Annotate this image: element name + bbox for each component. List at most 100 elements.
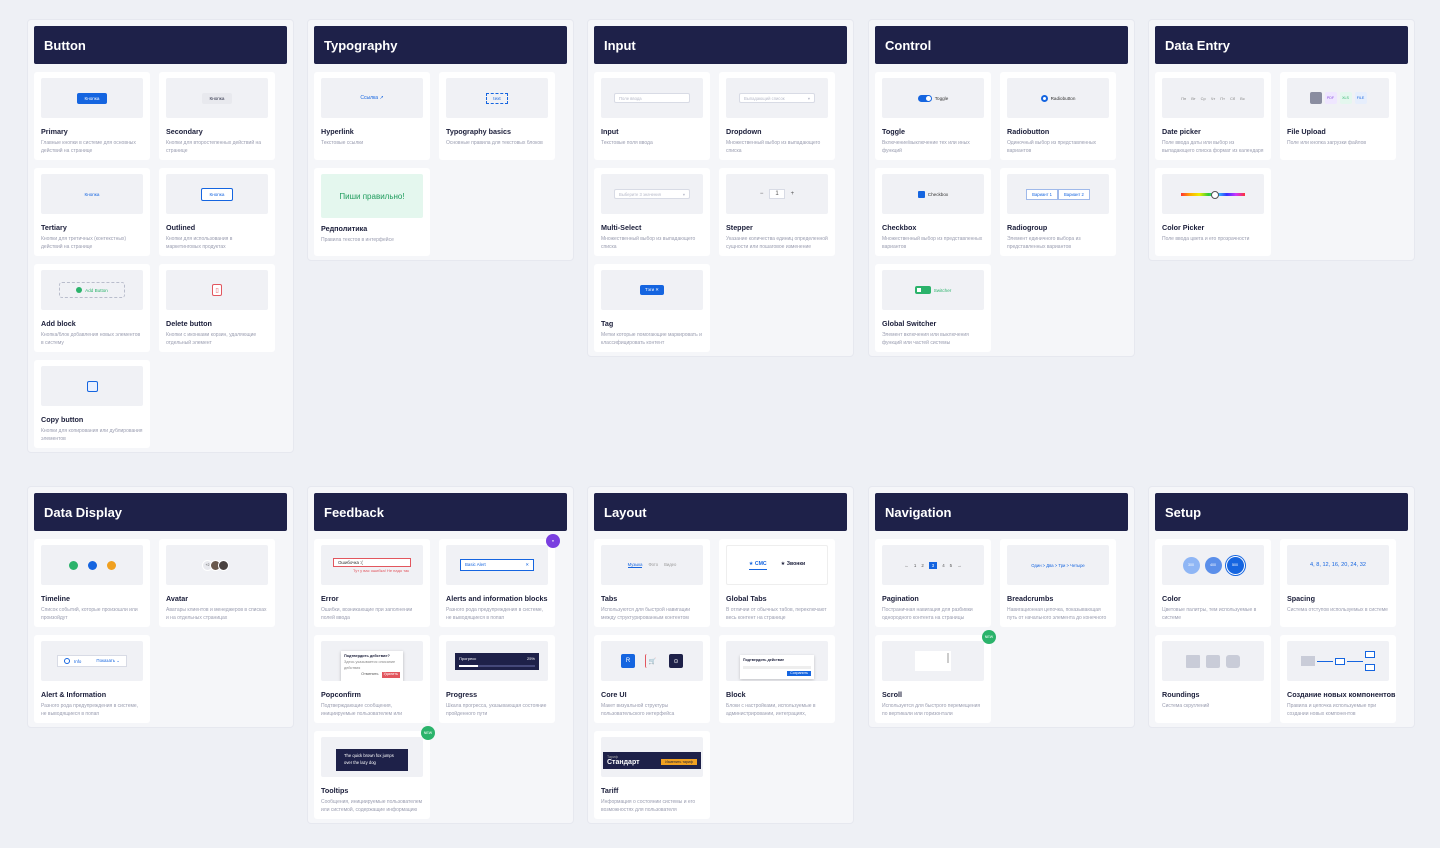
target-icon: ⊙ (669, 654, 683, 668)
save-button[interactable]: Сохранить (787, 670, 811, 676)
tab-sms[interactable]: ★ СМС (748, 561, 767, 570)
multi-select[interactable]: Выберите 3 значения ▾ (614, 189, 690, 199)
radiogroup-option[interactable]: Вариант 1 (1026, 188, 1058, 200)
card-delete-button[interactable]: ▯ Delete button Кнопки с иконками корзин… (159, 264, 275, 352)
tab-video[interactable]: Видео (664, 562, 676, 568)
card-input[interactable]: Поле ввода Input Текстовые поля ввода (594, 72, 710, 160)
card-title: Scroll (882, 690, 902, 699)
add-block-button[interactable]: Add Button (59, 282, 125, 298)
breadcrumb[interactable]: Один > Два > Три > Четыре (1031, 563, 1084, 568)
page-link[interactable]: 5 (950, 563, 952, 568)
card-radiobutton[interactable]: Radiobutton Radiobutton Одиночный выбор … (1000, 72, 1116, 160)
tag-chip[interactable]: Тэги ✕ (640, 285, 664, 295)
stepper-value[interactable]: 1 (769, 189, 785, 199)
card-editorial-policy[interactable]: Пиши правильно! Редполитика Правила текс… (314, 168, 430, 256)
checkbox-label: Checkbox (927, 191, 949, 197)
quantity-stepper[interactable]: −1 + (760, 189, 794, 199)
radio-group: Вариант 1 Вариант 2 (1026, 188, 1090, 200)
card-global-tabs[interactable]: ★ СМС ★ Звонки Global Tabs В отличии от … (719, 539, 835, 627)
card-core-ui[interactable]: R 🛒 ⊙ Core UI Макет визуальной структуры… (594, 635, 710, 723)
trash-icon[interactable]: ▯ (212, 284, 222, 296)
scrollbar[interactable] (915, 651, 951, 671)
card-error[interactable]: Ошибочка :( Тут у вас ошибка! Не надо та… (314, 539, 430, 627)
tooltip-text: The quick brown fox jumps over the lazy … (344, 753, 394, 765)
delete-button[interactable]: Удалить (381, 672, 400, 678)
robot-icon (87, 560, 97, 570)
card-radiogroup[interactable]: Вариант 1 Вариант 2 Radiogroup Элемент ед… (1000, 168, 1116, 256)
card-title: Tooltips (321, 786, 349, 795)
page-link-active[interactable]: 3 (928, 561, 938, 569)
hyperlink-sample[interactable]: Ссылка ↗ (360, 95, 383, 101)
card-global-switcher[interactable]: Switcher Global Switcher Элемент включен… (875, 264, 991, 352)
card-scroll[interactable]: NEW Scroll Используется для быстрого пер… (875, 630, 996, 723)
page-link[interactable]: 4 (942, 563, 944, 568)
card-tertiary[interactable]: Кнопка Tertiary Кнопки для третичных (ко… (34, 168, 150, 256)
secondary-button[interactable]: Кнопка (201, 92, 233, 104)
dropdown-select[interactable]: Выпадающий список ▾ (739, 93, 815, 103)
toggle-switch[interactable] (917, 94, 932, 102)
checkbox[interactable] (917, 190, 925, 198)
card-alert-information[interactable]: Info Показать ⌄ Alert & Information Разн… (34, 635, 150, 723)
show-more-button[interactable]: Показать ⌄ (96, 658, 120, 664)
card-title: Input (601, 127, 619, 136)
card-tag[interactable]: Тэги ✕ Tag Метки которые помогающие марк… (594, 264, 710, 352)
card-tariff[interactable]: Тариф Стандарт Изменить тариф Tariff Инфо… (594, 731, 710, 819)
card-add-block[interactable]: Add Button Add block Кнопка/блок добавле… (34, 264, 150, 352)
page-link[interactable]: 1 (914, 563, 916, 568)
prev-page-icon[interactable]: ← (904, 563, 908, 568)
card-pagination[interactable]: ← 1 2 3 4 5 → Pagination Постраничная на… (875, 539, 991, 627)
outlined-button[interactable]: Кнопка (200, 187, 234, 201)
card-outlined[interactable]: Кнопка Outlined Кнопки для использования… (159, 168, 275, 256)
card-spacing[interactable]: 4, 8, 12, 16, 20, 24, 32 Spacing Система… (1280, 539, 1396, 627)
change-tariff-button[interactable]: Изменить тариф (661, 759, 697, 765)
card-block[interactable]: Подтвердить действие Сохранить Block Бло… (719, 635, 835, 723)
card-alerts-blocks[interactable]: ● Basic Alert ✕ Alerts and information bl… (439, 534, 560, 627)
cancel-button[interactable]: Отменить (361, 672, 378, 678)
tab-music[interactable]: Музыка (627, 562, 643, 568)
next-page-icon[interactable]: → (957, 563, 961, 568)
tab-calls[interactable]: ★ Звонки (781, 561, 806, 570)
page-link[interactable]: 2 (921, 563, 923, 568)
card-stepper[interactable]: −1 + Stepper Указание количества единиц о… (719, 168, 835, 256)
card-color-picker[interactable]: Color Picker Поле ввода цвета и его проз… (1155, 168, 1271, 256)
card-secondary[interactable]: Кнопка Secondary Кнопки для второстепенн… (159, 72, 275, 160)
radio-button[interactable] (1040, 94, 1048, 102)
card-tabs[interactable]: Музыка Фото Видео Tabs Используются для … (594, 539, 710, 627)
text-input[interactable]: Поле ввода (614, 93, 690, 103)
minus-icon[interactable]: − (760, 191, 764, 197)
card-tooltips[interactable]: NEW The quick brown fox jumps over the l… (314, 726, 435, 819)
card-progress[interactable]: Прогресс 25% Progress Шкала прогресса, ук… (439, 635, 555, 723)
date-picker[interactable]: Пн Вт Ср Чт Пт Сб Вс (1181, 96, 1245, 101)
color-slider[interactable] (1181, 190, 1245, 199)
card-new-components[interactable]: Создание новых компонентов Правила и цеп… (1280, 635, 1396, 723)
card-checkbox[interactable]: Checkbox Checkbox Множественный выбор из… (875, 168, 991, 256)
card-file-upload[interactable]: PDF XLS FILE File Upload Поле или кнопка… (1280, 72, 1396, 160)
card-roundings[interactable]: Roundings Система скруглений (1155, 635, 1271, 723)
primary-button[interactable]: Кнопка (76, 92, 108, 104)
tertiary-button[interactable]: Кнопка (77, 189, 108, 200)
card-avatar[interactable]: +2 Avatar Аватары клиентов и менеджеров … (159, 539, 275, 627)
card-breadcrumbs[interactable]: Один > Два > Три > Четыре Breadcrumbs На… (1000, 539, 1116, 627)
card-hyperlink[interactable]: Ссылка ↗ Hyperlink Текстовые ссылки (314, 72, 430, 160)
plus-icon[interactable]: + (791, 191, 795, 197)
card-toggle[interactable]: Toggle Toggle Включение/выключение тех и… (875, 72, 991, 160)
card-copy-button[interactable]: Copy button Кнопки для копирования или д… (34, 360, 150, 448)
card-multi-select[interactable]: Выберите 3 значения ▾ Multi-Select Множес… (594, 168, 710, 256)
card-dropdown[interactable]: Выпадающий список ▾ Dropdown Множественны… (719, 72, 835, 160)
card-color[interactable]: 300 400 500 Color Цветовые палитры, тем … (1155, 539, 1271, 627)
card-date-picker[interactable]: Пн Вт Ср Чт Пт Сб Вс Date picker Поле вв… (1155, 72, 1271, 160)
card-primary[interactable]: Кнопка Primary Главные кнопки в системе … (34, 72, 150, 160)
card-title: Создание новых компонентов (1287, 690, 1396, 699)
card-timeline[interactable]: Timeline Список событий, которые произош… (34, 539, 150, 627)
close-icon[interactable]: ✕ (525, 562, 529, 568)
file-upload[interactable]: PDF XLS FILE (1309, 92, 1367, 104)
tooltip: The quick brown fox jumps over the lazy … (336, 749, 408, 771)
card-popconfirm[interactable]: Подтвердить действие? Здесь указывается … (314, 635, 430, 723)
tab-photo[interactable]: Фото (648, 562, 658, 568)
radiogroup-option[interactable]: Вариант 2 (1058, 188, 1090, 200)
global-switcher[interactable] (914, 286, 931, 294)
error-input[interactable]: Ошибочка :( (333, 557, 411, 567)
card-typography-basics[interactable]: text Typography basics Основные правила … (439, 72, 555, 160)
card-title: Редполитика (321, 224, 368, 233)
copy-icon[interactable] (86, 380, 98, 392)
